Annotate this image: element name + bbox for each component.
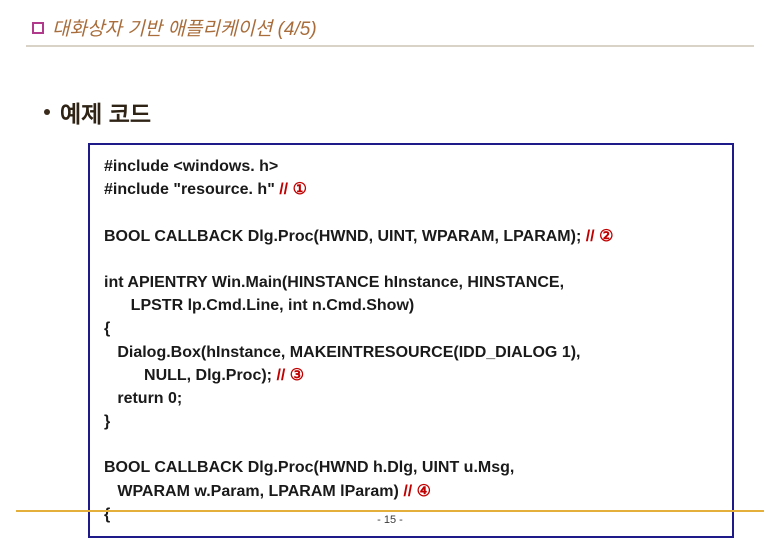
code-line: #include <windows. h> [104,155,718,178]
title-underline [26,45,754,47]
slide-title: 대화상자 기반 애플리케이션 (4/5) [52,14,317,41]
dot-bullet-icon [44,109,50,115]
bullet-row: 예제 코드 [44,95,754,129]
code-text: BOOL CALLBACK Dlg.Proc(HWND, UINT, WPARA… [104,228,586,245]
code-line: Dialog.Box(hInstance, MAKEINTRESOURCE(ID… [104,341,718,364]
code-text: WPARAM w.Param, LPARAM lParam) [104,483,403,500]
code-line: NULL, Dlg.Proc); // ③ [104,364,718,387]
title-row: 대화상자 기반 애플리케이션 (4/5) [32,14,754,41]
code-line [104,248,718,271]
code-text: #include "resource. h" [104,181,279,198]
code-line: BOOL CALLBACK Dlg.Proc(HWND, UINT, WPARA… [104,225,718,248]
square-bullet-icon [32,22,44,34]
code-box: #include <windows. h> #include "resource… [88,143,734,538]
code-line: int APIENTRY Win.Main(HINSTANCE hInstanc… [104,271,718,294]
code-line: { [104,317,718,340]
code-comment: // ③ [276,367,304,384]
code-text: NULL, Dlg.Proc); [104,367,276,384]
code-line: WPARAM w.Param, LPARAM lParam) // ④ [104,480,718,503]
page-number: - 15 - [0,514,780,526]
code-line: #include "resource. h" // ① [104,178,718,201]
code-line [104,433,718,456]
footer-divider [16,510,764,512]
code-line: } [104,410,718,433]
slide: 대화상자 기반 애플리케이션 (4/5) 예제 코드 #include <win… [0,0,780,540]
code-comment: // ① [279,181,307,198]
section-heading: 예제 코드 [60,95,151,129]
code-line: BOOL CALLBACK Dlg.Proc(HWND h.Dlg, UINT … [104,456,718,479]
code-line: return 0; [104,387,718,410]
code-line: LPSTR lp.Cmd.Line, int n.Cmd.Show) [104,294,718,317]
code-comment: // ② [586,228,614,245]
footer: - 15 - [0,510,780,526]
code-line [104,201,718,224]
code-comment: // ④ [403,483,431,500]
